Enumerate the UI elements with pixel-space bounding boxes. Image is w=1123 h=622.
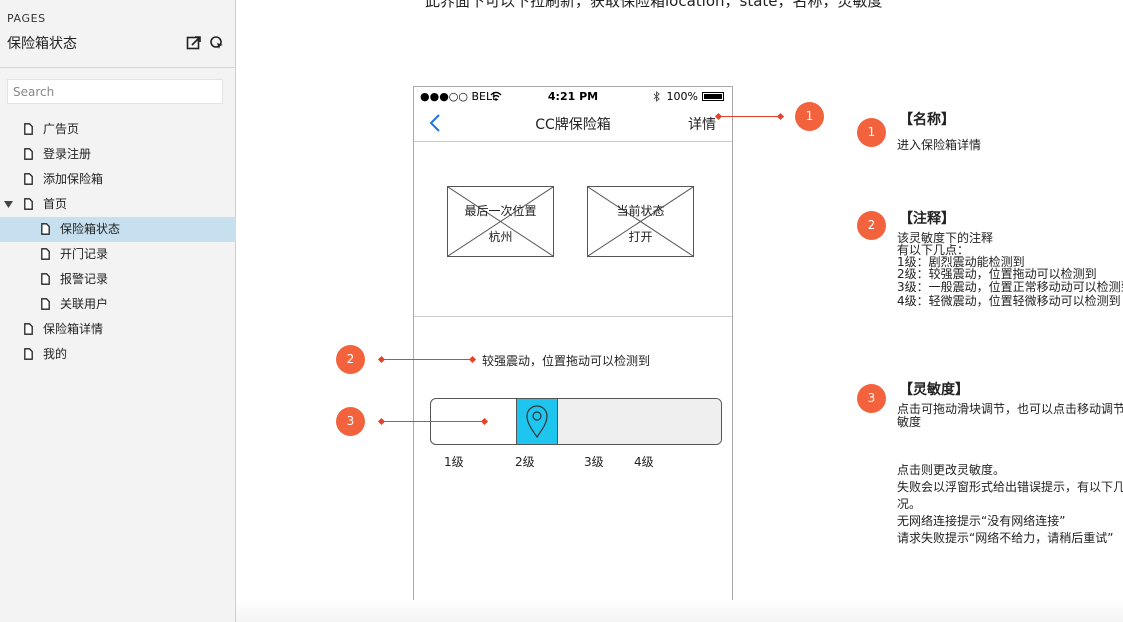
content-divider — [414, 316, 732, 317]
connector-line — [381, 359, 474, 360]
note-title: 【名称】 — [899, 112, 955, 128]
note-line: 敏度 — [897, 415, 922, 429]
note-marker-2: 2 — [857, 211, 886, 240]
document-icon — [24, 198, 33, 210]
page-item-add-safe[interactable]: 添加保险箱 — [0, 167, 236, 192]
page-item-label: 关联用户 — [60, 297, 109, 311]
page-item-label: 报警记录 — [60, 272, 109, 286]
detail-link[interactable]: 详情 — [688, 114, 716, 134]
current-state-card: 当前状态 打开 — [587, 186, 694, 257]
connector-line — [381, 421, 485, 422]
connector-dot — [377, 417, 386, 426]
document-icon — [41, 298, 50, 310]
page-item-home[interactable]: 首页 — [0, 192, 236, 217]
card-label: 最后一次位置 — [464, 204, 537, 218]
document-icon — [41, 223, 50, 235]
card-label: 当前状态 — [616, 204, 665, 218]
note-title: 【灵敏度】 — [899, 382, 969, 398]
page-tree: 广告页 登录注册 添加保险箱 首页 保险箱状态 开门记录 报警记录 关联用户 保… — [0, 117, 236, 367]
location-pin-icon — [526, 405, 548, 439]
note-line: 进入保险箱详情 — [897, 138, 982, 152]
card-value: 打开 — [628, 230, 653, 244]
note-marker-1: 1 — [857, 118, 886, 147]
document-icon — [24, 173, 33, 185]
page-item-mine[interactable]: 我的 — [0, 342, 236, 367]
page-item-label: 首页 — [43, 197, 68, 211]
note-line: 2级：较强震动，位置拖动可以检测到 — [897, 267, 1097, 281]
pages-section-label: PAGES — [7, 12, 46, 25]
nav-title: CC牌保险箱 — [535, 117, 611, 133]
search-input[interactable] — [7, 79, 223, 104]
note-line: 失败会以浮窗形式给出错误提示，有以下几 — [897, 480, 1123, 494]
preview-icon[interactable] — [209, 35, 225, 51]
page-item-label: 保险箱详情 — [43, 322, 104, 336]
slider-track-remaining — [558, 399, 721, 444]
page-item-label: 广告页 — [43, 122, 80, 136]
status-bar: ●●●○○ BELL 4:21 PM 100% — [414, 87, 732, 107]
document-icon — [41, 248, 50, 260]
note-marker-3: 3 — [857, 384, 886, 413]
page-item-login[interactable]: 登录注册 — [0, 142, 236, 167]
document-icon — [24, 123, 33, 135]
page-item-ad[interactable]: 广告页 — [0, 117, 236, 142]
app-root: PAGES 保险箱状态 广告页 登录注册 添加保险箱 — [0, 0, 1123, 622]
connector-line — [717, 116, 781, 117]
annotation-marker-1[interactable]: 1 — [795, 102, 824, 131]
connector-dot — [776, 112, 785, 121]
page-item-label: 开门记录 — [60, 247, 109, 261]
page-item-label: 登录注册 — [43, 147, 92, 161]
page-item-label: 添加保险箱 — [43, 172, 104, 186]
note-title: 【注释】 — [899, 211, 955, 227]
pages-sidebar: PAGES 保险箱状态 广告页 登录注册 添加保险箱 — [0, 0, 236, 622]
page-item-safe-status[interactable]: 保险箱状态 — [0, 217, 236, 242]
last-location-card: 最后一次位置 杭州 — [447, 186, 554, 257]
caret-down-icon[interactable] — [4, 201, 13, 208]
page-item-linked-users[interactable]: 关联用户 — [0, 292, 236, 317]
sidebar-divider — [0, 67, 236, 68]
document-icon — [24, 148, 33, 160]
connector-dot — [377, 355, 386, 364]
page-item-label: 我的 — [43, 347, 68, 361]
level-label: 3级 — [584, 455, 604, 469]
document-icon — [24, 323, 33, 335]
annotation-marker-2[interactable]: 2 — [336, 345, 365, 374]
current-page-title: 保险箱状态 — [7, 36, 77, 52]
page-item-alarm-log[interactable]: 报警记录 — [0, 267, 236, 292]
image-placeholder — [588, 187, 693, 256]
bluetooth-icon — [653, 91, 660, 102]
document-icon — [24, 348, 33, 360]
page-item-label: 保险箱状态 — [60, 222, 121, 236]
note-line: 3级：一般震动，位置正常移动动可以检测到 — [897, 280, 1123, 294]
card-value: 杭州 — [488, 230, 513, 244]
level-label: 1级 — [444, 455, 464, 469]
nav-bar: CC牌保险箱 详情 — [414, 107, 732, 142]
note-line: 点击可拖动滑块调节，也可以点击移动调节 — [897, 402, 1123, 416]
page-description-text: 此界面下可以下拉刷新，获取保险箱location，state，名称，灵敏度 — [425, 0, 883, 10]
battery-icon — [702, 92, 724, 101]
note-line: 4级：轻微震动，位置轻微移动可以检测到 — [897, 294, 1121, 308]
annotation-marker-3[interactable]: 3 — [336, 407, 365, 436]
sensitivity-description: 较强震动，位置拖动可以检测到 — [482, 354, 651, 368]
canvas-bottom-edge — [236, 600, 1123, 622]
page-item-door-log[interactable]: 开门记录 — [0, 242, 236, 267]
note-line: 请求失败提示“网络不给力，请稍后重试” — [897, 531, 1114, 545]
level-label: 4级 — [634, 455, 654, 469]
image-placeholder — [448, 187, 553, 256]
battery-percent: 100% — [666, 90, 698, 103]
page-item-safe-detail[interactable]: 保险箱详情 — [0, 317, 236, 342]
export-icon[interactable] — [186, 35, 202, 51]
level-label: 2级 — [515, 455, 535, 469]
slider-thumb[interactable] — [516, 399, 558, 444]
document-icon — [41, 273, 50, 285]
